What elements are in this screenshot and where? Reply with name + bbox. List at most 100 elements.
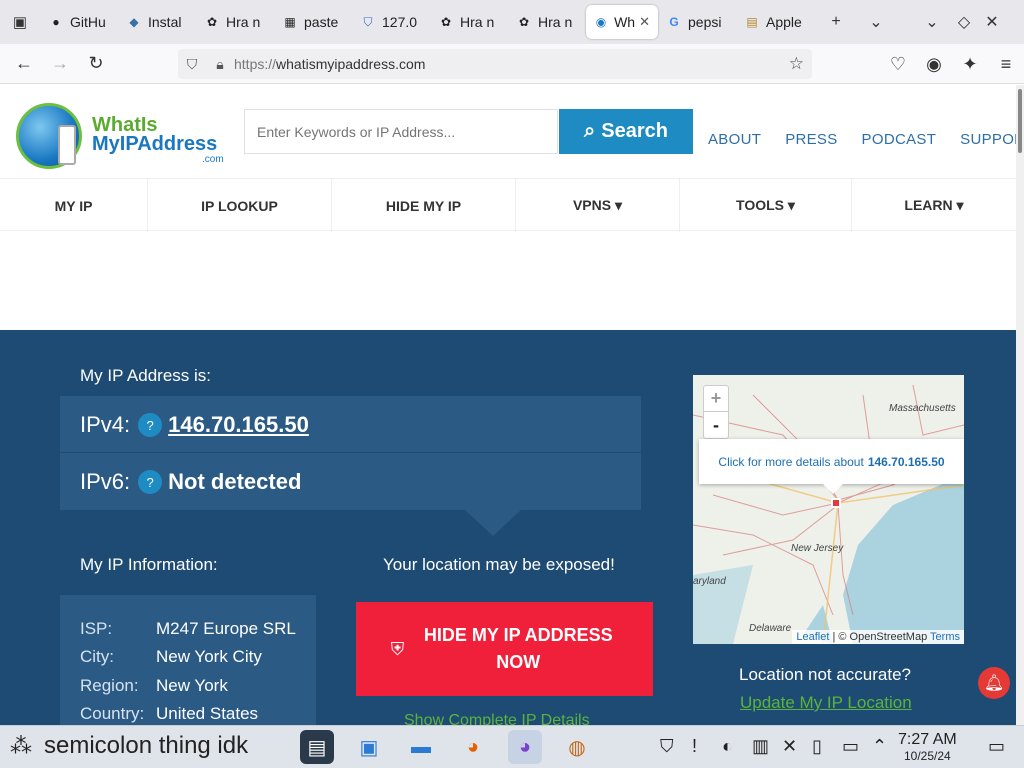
tab-list-icon[interactable]: ▣ xyxy=(0,0,40,44)
info-value: New York City xyxy=(156,647,262,666)
zoom-out-button[interactable]: - xyxy=(704,412,728,438)
tab-overflow-chevron-icon[interactable]: ⌄ xyxy=(858,0,894,44)
minimize-icon[interactable]: ⌄ xyxy=(914,0,950,44)
link-about[interactable]: ABOUT xyxy=(708,131,761,148)
tab-chatgpt-2[interactable]: ✿ Hra n xyxy=(430,5,508,39)
info-key: Country: xyxy=(80,704,145,723)
sparkle-icon: ⁂ xyxy=(10,733,32,758)
menu-hide-my-ip[interactable]: HIDE MY IP xyxy=(332,179,516,232)
help-icon[interactable]: ? xyxy=(138,413,163,437)
url-protocol: https:// xyxy=(234,56,277,72)
menu-icon[interactable]: ≡ xyxy=(988,44,1024,84)
tab-chatgpt-1[interactable]: ✿ Hra n xyxy=(196,5,274,39)
close-tab-icon[interactable]: ✕ xyxy=(639,14,650,30)
osm-attribution: | © OpenStreetMap xyxy=(832,631,928,643)
exposed-warning: Your location may be exposed! xyxy=(383,555,615,574)
security-tray-icon[interactable]: ⛉ xyxy=(660,736,674,757)
update-location-link[interactable]: Update My IP Location xyxy=(740,693,912,713)
url-bar[interactable]: ⛉ 🔒︎ https://whatismyipaddress.com ☆ xyxy=(178,49,812,79)
search-input[interactable] xyxy=(244,109,558,154)
tab-chatgpt-3[interactable]: ✿ Hra n xyxy=(508,5,586,39)
ipv4-value[interactable]: 146.70.165.50 xyxy=(168,412,309,438)
account-icon[interactable]: ◉ xyxy=(916,44,952,84)
files-app-icon[interactable]: ▬ xyxy=(404,730,438,764)
info-row-city: City: New York City xyxy=(80,643,262,671)
logo-text-line3: .com xyxy=(202,154,224,165)
show-desktop-icon[interactable]: ▭ xyxy=(988,736,1005,757)
app-icon[interactable]: ◍ xyxy=(560,730,594,764)
location-map[interactable]: + - Massachusetts New Jersey aryland Del… xyxy=(693,375,964,644)
firefox-active-app-icon[interactable]: ◕ xyxy=(508,730,542,764)
ipv4-row: IPv4: ? 146.70.165.50 xyxy=(80,405,309,445)
clipboard-tray-icon[interactable]: ▥ xyxy=(752,736,769,757)
store-app-icon[interactable]: ▣ xyxy=(352,730,386,764)
pocket-icon[interactable]: ♡ xyxy=(880,44,916,84)
extensions-icon[interactable]: ✦ xyxy=(952,44,988,84)
link-podcast[interactable]: PODCAST xyxy=(862,131,937,148)
lock-icon[interactable]: 🔒︎ xyxy=(206,56,234,73)
top-links: ABOUT PRESS PODCAST SUPPORT xyxy=(708,131,1016,148)
logo-text-line1: WhatIs xyxy=(92,114,158,136)
network-icon[interactable]: ▭ xyxy=(842,736,859,757)
location-marker-icon[interactable] xyxy=(831,498,841,508)
alert-tray-icon[interactable]: ! xyxy=(692,736,697,757)
battery-icon[interactable]: ▯ xyxy=(812,736,822,757)
reload-icon[interactable]: ↻ xyxy=(78,44,114,84)
ip-hero-section: My IP Address is: IPv4: ? 146.70.165.50 … xyxy=(0,330,1016,725)
tab-label: pepsi xyxy=(688,14,722,30)
map-tiles xyxy=(693,375,964,644)
map-attribution: Leaflet | © OpenStreetMap Terms xyxy=(792,630,964,644)
web-page: WhatIs MyIPAddress .com ⌕ Search ABOUT P… xyxy=(0,85,1016,725)
terminal-app-icon[interactable]: ▤ xyxy=(300,730,334,764)
tab-apple[interactable]: ▤ Apple xyxy=(736,5,814,39)
window-title[interactable]: ⁂ semicolon thing idk xyxy=(10,732,248,760)
tab-localhost[interactable]: ⛉ 127.0 xyxy=(352,5,430,39)
show-details-link[interactable]: Show Complete IP Details xyxy=(404,712,590,725)
link-press[interactable]: PRESS xyxy=(785,131,837,148)
terms-link[interactable]: Terms xyxy=(930,631,960,643)
browser-tab-bar: ▣ ● GitHu ◆ Instal ✿ Hra n ▦ paste ⛉ 127.0 ✿ H… xyxy=(0,0,1024,44)
maximize-icon[interactable]: ◇ xyxy=(950,0,978,44)
scrollbar-track[interactable] xyxy=(1016,85,1024,725)
card-pointer xyxy=(465,510,521,536)
clock[interactable]: 7:27 AM 10/25/24 xyxy=(898,731,957,763)
tab-label: Hra n xyxy=(226,14,261,30)
tab-whatismyip[interactable]: ◉ Wh ✕ xyxy=(586,5,658,39)
site-logo[interactable]: WhatIs MyIPAddress .com xyxy=(16,103,226,175)
tracking-shield-icon[interactable]: ⛉ xyxy=(178,56,206,73)
tab-pastebin[interactable]: ▦ paste xyxy=(274,5,352,39)
tray-expand-icon[interactable]: ⌃ xyxy=(872,736,887,757)
tab-github[interactable]: ● GitHu xyxy=(40,5,118,39)
browser-nav-bar: ← → ↻ ⛉ 🔒︎ https://whatismyipaddress.com… xyxy=(0,44,1024,84)
toolbar-right: ♡ ◉ ✦ ≡ xyxy=(880,44,1024,84)
new-tab-icon[interactable]: + xyxy=(814,0,858,44)
window-title-text: semicolon thing idk xyxy=(44,732,249,759)
menu-learn[interactable]: LEARN ▾ xyxy=(852,179,1016,232)
menu-ip-lookup[interactable]: IP LOOKUP xyxy=(148,179,332,232)
scrollbar-thumb[interactable] xyxy=(1018,89,1022,153)
location-question: Location not accurate? xyxy=(739,665,912,684)
forward-icon[interactable]: → xyxy=(42,44,78,84)
menu-my-ip[interactable]: MY IP xyxy=(0,179,148,232)
bookmark-star-icon[interactable]: ☆ xyxy=(789,54,804,74)
help-icon[interactable]: ? xyxy=(138,470,163,494)
popup-text: Click for more details about xyxy=(718,454,864,469)
search-button[interactable]: ⌕ Search xyxy=(559,109,693,154)
link-support[interactable]: SUPPORT xyxy=(960,131,1016,148)
menu-tools[interactable]: TOOLS ▾ xyxy=(680,179,852,232)
firefox-app-icon[interactable]: ◕ xyxy=(456,730,490,764)
hide-my-ip-button[interactable]: ⛨ HIDE MY IP ADDRESS NOW xyxy=(356,602,653,696)
leaflet-link[interactable]: Leaflet xyxy=(796,631,829,643)
notification-bell-icon[interactable]: 🔔︎ xyxy=(978,667,1010,699)
menu-vpns[interactable]: VPNS ▾ xyxy=(516,179,680,232)
close-window-icon[interactable]: ✕ xyxy=(978,0,1006,44)
volume-muted-icon[interactable]: ✕ xyxy=(782,736,797,757)
tab-label: 127.0 xyxy=(382,14,418,30)
back-icon[interactable]: ← xyxy=(6,44,42,84)
zoom-in-button[interactable]: + xyxy=(704,386,728,412)
vpn-tray-icon[interactable]: ◐ xyxy=(722,736,733,757)
tab-google[interactable]: Gpepsi xyxy=(658,5,736,39)
map-popup[interactable]: Click for more details about 146.70.165.5… xyxy=(699,439,964,484)
divider xyxy=(60,452,641,453)
tab-python[interactable]: ◆ Instal xyxy=(118,5,196,39)
